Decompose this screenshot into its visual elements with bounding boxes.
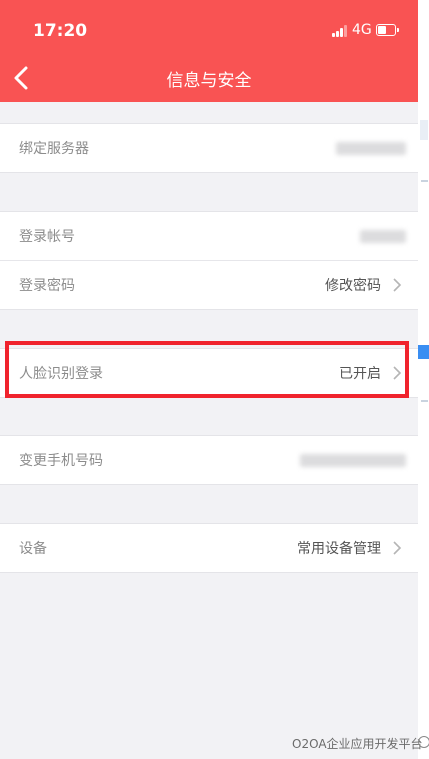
status-time: 17:20 bbox=[33, 21, 88, 41]
obscured-value bbox=[336, 142, 406, 155]
obscured-value bbox=[360, 230, 406, 243]
page-title: 信息与安全 bbox=[166, 71, 252, 91]
row-login-account[interactable]: 登录帐号 bbox=[0, 212, 418, 260]
app-screen: 17:20 4G 信息与安全 绑定服务器 登录帐号 登录密码 修改密码 人脸识别… bbox=[0, 0, 418, 759]
chevron-right-icon bbox=[393, 541, 402, 555]
network-type: 4G bbox=[352, 22, 372, 38]
row-label: 设备 bbox=[19, 541, 47, 557]
watermark: O2OA企业应用开发平台 bbox=[292, 737, 423, 751]
section-device: 设备 常用设备管理 bbox=[0, 523, 418, 573]
row-value: 常用设备管理 bbox=[297, 541, 381, 557]
row-face-login[interactable]: 人脸识别登录 已开启 bbox=[0, 349, 418, 397]
row-device[interactable]: 设备 常用设备管理 bbox=[0, 524, 418, 572]
wechat-icon bbox=[418, 736, 429, 748]
section-face-login: 人脸识别登录 已开启 bbox=[0, 348, 418, 398]
row-label: 变更手机号码 bbox=[19, 453, 103, 469]
row-label: 登录密码 bbox=[19, 278, 75, 294]
chevron-right-icon bbox=[393, 366, 402, 380]
signal-icon bbox=[332, 25, 348, 37]
row-bind-server[interactable]: 绑定服务器 bbox=[0, 124, 418, 172]
obscured-value bbox=[300, 454, 406, 467]
row-label: 人脸识别登录 bbox=[19, 366, 103, 382]
status-bar: 17:20 4G bbox=[0, 0, 418, 60]
row-change-phone[interactable]: 变更手机号码 bbox=[0, 436, 418, 484]
row-login-password[interactable]: 登录密码 修改密码 bbox=[0, 260, 418, 309]
row-label: 绑定服务器 bbox=[19, 141, 89, 157]
row-value: 修改密码 bbox=[325, 278, 381, 294]
header: 17:20 4G 信息与安全 bbox=[0, 0, 418, 102]
background-app-edge bbox=[418, 0, 429, 759]
chevron-right-icon bbox=[393, 278, 402, 292]
row-value: 已开启 bbox=[339, 366, 381, 382]
section-account: 登录帐号 登录密码 修改密码 bbox=[0, 211, 418, 310]
row-label: 登录帐号 bbox=[19, 229, 75, 245]
battery-icon bbox=[376, 24, 399, 36]
section-server: 绑定服务器 bbox=[0, 123, 418, 173]
section-phone: 变更手机号码 bbox=[0, 435, 418, 485]
